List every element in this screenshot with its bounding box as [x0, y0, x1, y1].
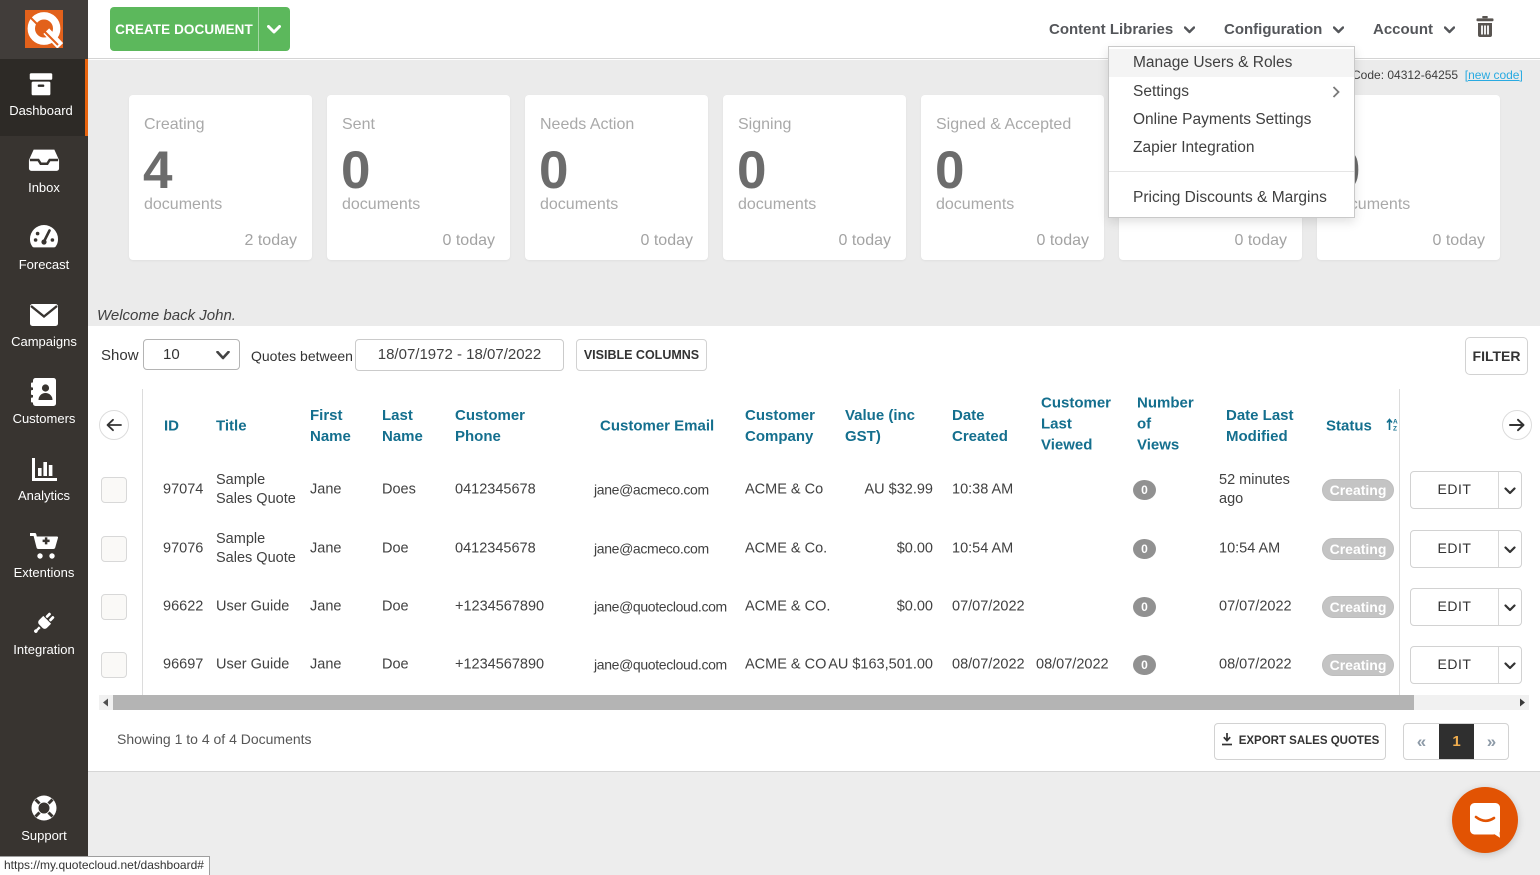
svg-text:Z: Z [1393, 426, 1397, 432]
svg-text:A: A [1393, 419, 1398, 426]
